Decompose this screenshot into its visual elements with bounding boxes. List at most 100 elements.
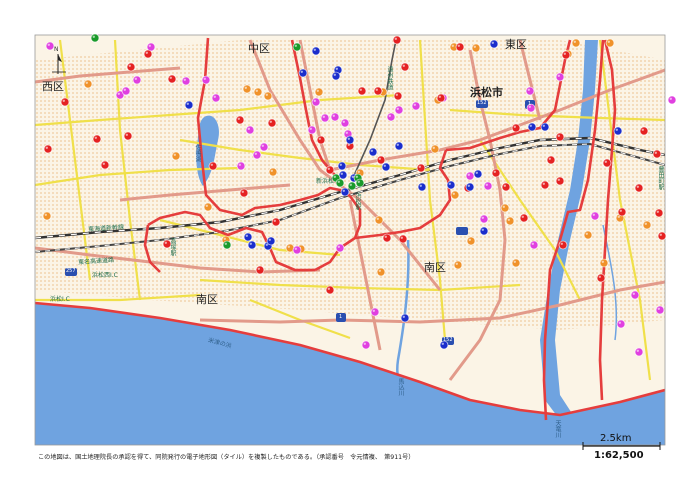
red-marker[interactable] — [60, 97, 70, 107]
magenta-marker[interactable] — [307, 125, 317, 135]
red-marker[interactable] — [398, 234, 408, 244]
red-marker[interactable] — [143, 49, 153, 59]
red-marker[interactable] — [357, 86, 367, 96]
orange-marker[interactable] — [453, 260, 463, 270]
red-marker[interactable] — [561, 50, 571, 60]
red-marker[interactable] — [501, 182, 511, 192]
orange-marker[interactable] — [376, 267, 386, 277]
orange-marker[interactable] — [642, 220, 652, 230]
red-marker[interactable] — [373, 86, 383, 96]
red-marker[interactable] — [436, 93, 446, 103]
magenta-marker[interactable] — [465, 171, 475, 181]
orange-marker[interactable] — [500, 203, 510, 213]
orange-marker[interactable] — [314, 87, 324, 97]
red-marker[interactable] — [652, 149, 662, 159]
orange-marker[interactable] — [242, 84, 252, 94]
magenta-marker[interactable] — [311, 97, 321, 107]
blue-marker[interactable] — [417, 182, 427, 192]
green-marker[interactable] — [347, 181, 357, 191]
blue-marker[interactable] — [331, 71, 341, 81]
magenta-marker[interactable] — [211, 93, 221, 103]
orange-marker[interactable] — [583, 230, 593, 240]
magenta-marker[interactable] — [370, 307, 380, 317]
blue-marker[interactable] — [394, 141, 404, 151]
orange-marker[interactable] — [171, 151, 181, 161]
red-marker[interactable] — [325, 165, 335, 175]
red-marker[interactable] — [540, 180, 550, 190]
red-marker[interactable] — [382, 233, 392, 243]
magenta-marker[interactable] — [555, 72, 565, 82]
red-marker[interactable] — [126, 62, 136, 72]
red-marker[interactable] — [271, 217, 281, 227]
magenta-marker[interactable] — [525, 86, 535, 96]
orange-marker[interactable] — [374, 215, 384, 225]
magenta-marker[interactable] — [340, 118, 350, 128]
red-marker[interactable] — [416, 163, 426, 173]
orange-marker[interactable] — [605, 38, 615, 48]
orange-marker[interactable] — [253, 87, 263, 97]
orange-marker[interactable] — [430, 144, 440, 154]
magenta-marker[interactable] — [45, 41, 55, 51]
magenta-marker[interactable] — [252, 150, 262, 160]
blue-marker[interactable] — [540, 122, 550, 132]
orange-marker[interactable] — [571, 38, 581, 48]
magenta-marker[interactable] — [201, 75, 211, 85]
red-marker[interactable] — [267, 118, 277, 128]
blue-marker[interactable] — [479, 226, 489, 236]
red-marker[interactable] — [255, 265, 265, 275]
red-marker[interactable] — [634, 183, 644, 193]
magenta-marker[interactable] — [394, 105, 404, 115]
red-marker[interactable] — [511, 123, 521, 133]
red-marker[interactable] — [167, 74, 177, 84]
magenta-marker[interactable] — [361, 340, 371, 350]
red-marker[interactable] — [558, 240, 568, 250]
magenta-marker[interactable] — [634, 347, 644, 357]
orange-marker[interactable] — [471, 43, 481, 53]
blue-marker[interactable] — [400, 313, 410, 323]
orange-marker[interactable] — [203, 202, 213, 212]
green-marker[interactable] — [292, 42, 302, 52]
blue-marker[interactable] — [340, 187, 350, 197]
red-marker[interactable] — [617, 207, 627, 217]
magenta-marker[interactable] — [121, 86, 131, 96]
orange-marker[interactable] — [511, 258, 521, 268]
magenta-marker[interactable] — [667, 95, 677, 105]
blue-marker[interactable] — [489, 39, 499, 49]
red-marker[interactable] — [392, 35, 402, 45]
magenta-marker[interactable] — [386, 112, 396, 122]
orange-marker[interactable] — [450, 190, 460, 200]
red-marker[interactable] — [376, 155, 386, 165]
blue-marker[interactable] — [243, 232, 253, 242]
red-marker[interactable] — [555, 176, 565, 186]
red-marker[interactable] — [654, 208, 664, 218]
orange-marker[interactable] — [268, 167, 278, 177]
orange-marker[interactable] — [466, 236, 476, 246]
blue-marker[interactable] — [345, 135, 355, 145]
red-marker[interactable] — [602, 158, 612, 168]
red-marker[interactable] — [92, 134, 102, 144]
magenta-marker[interactable] — [655, 305, 665, 315]
green-marker[interactable] — [222, 240, 232, 250]
blue-marker[interactable] — [381, 162, 391, 172]
red-marker[interactable] — [519, 213, 529, 223]
magenta-marker[interactable] — [236, 161, 246, 171]
orange-marker[interactable] — [599, 258, 609, 268]
magenta-marker[interactable] — [292, 245, 302, 255]
magenta-marker[interactable] — [529, 240, 539, 250]
magenta-marker[interactable] — [335, 243, 345, 253]
blue-marker[interactable] — [473, 169, 483, 179]
magenta-marker[interactable] — [330, 112, 340, 122]
magenta-marker[interactable] — [616, 319, 626, 329]
magenta-marker[interactable] — [630, 290, 640, 300]
red-marker[interactable] — [393, 91, 403, 101]
red-marker[interactable] — [546, 155, 556, 165]
red-marker[interactable] — [555, 132, 565, 142]
red-marker[interactable] — [639, 126, 649, 136]
red-marker[interactable] — [235, 115, 245, 125]
magenta-marker[interactable] — [411, 101, 421, 111]
red-marker[interactable] — [596, 273, 606, 283]
red-marker[interactable] — [491, 168, 501, 178]
magenta-marker[interactable] — [259, 142, 269, 152]
red-marker[interactable] — [43, 144, 53, 154]
red-marker[interactable] — [239, 188, 249, 198]
